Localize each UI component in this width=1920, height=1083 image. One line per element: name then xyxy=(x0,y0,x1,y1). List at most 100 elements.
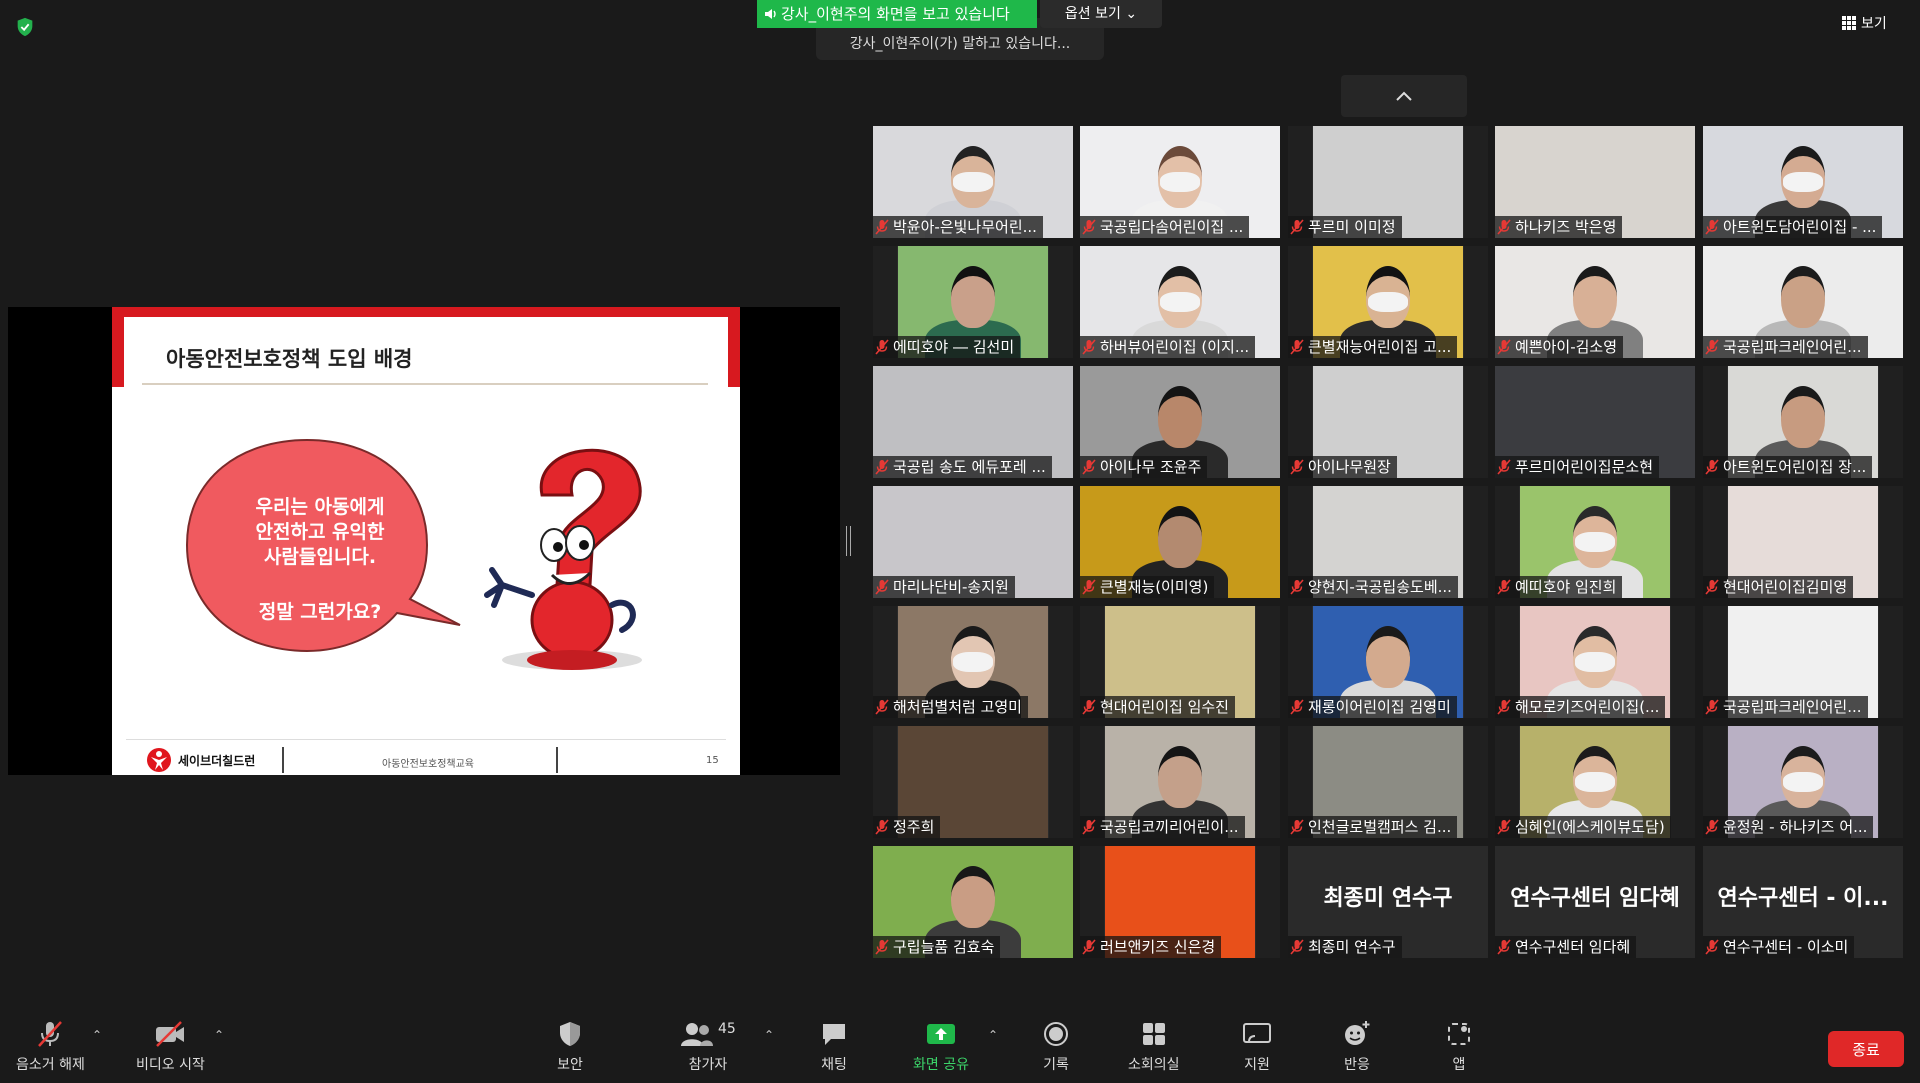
participant-tile[interactable]: 큰별재능어린이집 고... xyxy=(1288,246,1488,358)
participant-tile[interactable]: 박윤아-은빛나무어린... xyxy=(873,126,1073,238)
participant-tile[interactable]: 예쁜아이-김소영 xyxy=(1495,246,1695,358)
apps-button[interactable]: 앱 xyxy=(1445,1018,1473,1074)
participant-tile[interactable]: 국공립다솜어린이집 ... xyxy=(1080,126,1280,238)
participant-name-tag: 하나키즈 박은영 xyxy=(1495,216,1623,238)
muted-microphone-icon xyxy=(1082,219,1096,235)
participant-tile[interactable]: 푸르미 이미정 xyxy=(1288,126,1488,238)
participant-tile[interactable]: 양현지-국공립송도베... xyxy=(1288,486,1488,598)
participant-tile[interactable]: 심혜인(에스케이뷰도담) xyxy=(1495,726,1695,838)
participant-tile[interactable]: 아트윈도어린이집 장... xyxy=(1703,366,1903,478)
participant-name: 심혜인(에스케이뷰도담) xyxy=(1515,818,1665,836)
participant-name: 박윤아-은빛나무어린... xyxy=(893,218,1037,236)
participant-name-tag: 국공립 송도 에듀포레 ... xyxy=(873,456,1052,478)
participant-tile[interactable]: 해처럼별처럼 고영미 xyxy=(873,606,1073,718)
participant-name-tag: 아트윈도어린이집 장... xyxy=(1703,456,1873,478)
security-label: 보안 xyxy=(557,1057,583,1073)
muted-microphone-icon xyxy=(1497,219,1511,235)
participant-tile[interactable]: 큰별재능(이미영) xyxy=(1080,486,1280,598)
participant-tile[interactable]: 정주희 xyxy=(873,726,1073,838)
security-shield-icon[interactable] xyxy=(14,16,36,38)
breakout-rooms-icon xyxy=(1142,1023,1165,1045)
shared-screen: 아동안전보호정책 도입 배경 우리는 아동에게 안전하고 유익한 사람들입니다.… xyxy=(8,307,840,775)
emoji-reaction-icon xyxy=(1345,1021,1370,1045)
participants-options-caret[interactable]: ⌃ xyxy=(764,1028,774,1042)
participant-tile[interactable]: 아이나무 조윤주 xyxy=(1080,366,1280,478)
participant-tile[interactable]: 국공립코끼리어린이... xyxy=(1080,726,1280,838)
participant-name: 국공립다솜어린이집 ... xyxy=(1100,218,1244,236)
participant-name: 마리나단비-송지원 xyxy=(893,578,1009,596)
audio-options-caret[interactable]: ⌃ xyxy=(92,1028,102,1042)
participant-name-tag: 최종미 연수구 xyxy=(1288,936,1402,958)
participant-tile[interactable]: 현대어린이집 임수진 xyxy=(1080,606,1280,718)
start-video-button[interactable]: 비디오 시작 xyxy=(136,1018,205,1074)
gallery-view-button[interactable]: 보기 xyxy=(1842,10,1910,36)
participant-tile[interactable]: 연수구센터 임다혜 연수구센터 임다혜 xyxy=(1495,846,1695,958)
view-options-dropdown[interactable]: 옵션 보기 ⌄ xyxy=(1040,0,1162,28)
breakout-rooms-button[interactable]: 소회의실 xyxy=(1128,1018,1180,1074)
participant-name: 큰별재능어린이집 고... xyxy=(1308,338,1452,356)
support-screen-icon xyxy=(1243,1023,1271,1043)
participant-display-name: 연수구센터 - 이... xyxy=(1717,886,1889,911)
security-button[interactable]: 보안 xyxy=(557,1018,583,1074)
chat-button[interactable]: 채팅 xyxy=(820,1018,848,1074)
participant-tile[interactable]: 재롱이어린이집 김영미 xyxy=(1288,606,1488,718)
muted-microphone-icon xyxy=(1290,939,1304,955)
letterbox xyxy=(1464,486,1488,598)
participant-tile[interactable]: 아트윈도담어린이집 - ... xyxy=(1703,126,1903,238)
end-meeting-button[interactable]: 종료 xyxy=(1828,1031,1904,1067)
participant-tile[interactable]: 예띠호야 임진희 xyxy=(1495,486,1695,598)
participant-tile[interactable]: 인천글로벌캠퍼스 김... xyxy=(1288,726,1488,838)
participant-name-tag: 인천글로벌캠퍼스 김... xyxy=(1288,816,1458,838)
breakout-rooms-label: 소회의실 xyxy=(1128,1057,1180,1073)
participants-icon xyxy=(681,1023,713,1046)
participant-name-tag: 정주희 xyxy=(873,816,941,838)
participant-name-tag: 연수구센터 임다혜 xyxy=(1495,936,1637,958)
letterbox xyxy=(1464,366,1488,478)
unmute-button[interactable]: 음소거 해제 xyxy=(16,1018,85,1074)
split-view-resize-handle[interactable] xyxy=(846,526,851,556)
participant-tile[interactable]: 윤정원 - 하나키즈 어... xyxy=(1703,726,1903,838)
record-button[interactable]: 기록 xyxy=(1042,1018,1070,1074)
participant-name: 아이나무 조윤주 xyxy=(1100,458,1202,476)
participant-tile[interactable]: 하나키즈 박은영 xyxy=(1495,126,1695,238)
grid-icon xyxy=(1842,16,1856,30)
slide-footer-rule xyxy=(126,739,726,740)
muted-microphone-icon xyxy=(1290,459,1304,475)
participant-tile[interactable]: 현대어린이집김미영 xyxy=(1703,486,1903,598)
participant-tile[interactable]: 구립늘품 김효숙 xyxy=(873,846,1073,958)
participant-tile[interactable]: 마리나단비-송지원 xyxy=(873,486,1073,598)
participant-tile[interactable]: 아이나무원장 xyxy=(1288,366,1488,478)
participant-tile[interactable]: 국공립파크레인어린... xyxy=(1703,246,1903,358)
muted-microphone-icon xyxy=(875,459,889,475)
participant-name-tag: 에띠호야 ― 김선미 xyxy=(873,336,1021,358)
participants-button[interactable]: 45 참가자 xyxy=(680,1018,736,1074)
video-options-caret[interactable]: ⌃ xyxy=(214,1028,224,1042)
participant-tile[interactable]: 해모로키즈어린이집(... xyxy=(1495,606,1695,718)
muted-microphone-icon xyxy=(1290,819,1304,835)
participant-name-tag: 국공립코끼리어린이... xyxy=(1080,816,1245,838)
save-the-children-logo-icon xyxy=(147,748,171,772)
unmute-label: 음소거 해제 xyxy=(16,1057,85,1073)
participant-tile[interactable]: 국공립 송도 에듀포레 ... xyxy=(873,366,1073,478)
gallery-page-up-button[interactable] xyxy=(1341,75,1467,117)
share-options-caret[interactable]: ⌃ xyxy=(988,1028,998,1042)
reactions-button[interactable]: 반응 xyxy=(1342,1018,1372,1074)
participant-name: 푸르미어린이집문소현 xyxy=(1515,458,1654,476)
chat-bubble-icon xyxy=(823,1024,845,1045)
participant-tile[interactable]: 하버뷰어린이집 (이지... xyxy=(1080,246,1280,358)
participant-tile[interactable]: 러브앤키즈 신은경 xyxy=(1080,846,1280,958)
muted-microphone-icon xyxy=(875,339,889,355)
viewing-share-banner: 강사_이현주의 화면을 보고 있습니다 xyxy=(757,0,1037,28)
participant-name: 연수구센터 - 이소미 xyxy=(1723,938,1849,956)
participant-tile[interactable]: 푸르미어린이집문소현 xyxy=(1495,366,1695,478)
share-screen-button[interactable]: 화면 공유 xyxy=(913,1018,969,1074)
participant-tile[interactable]: 최종미 연수구 최종미 연수구 xyxy=(1288,846,1488,958)
muted-microphone-icon xyxy=(875,819,889,835)
participant-tile[interactable]: 국공립파크레인어린... xyxy=(1703,606,1903,718)
participant-tile[interactable]: 연수구센터 - 이... 연수구센터 - 이소미 xyxy=(1703,846,1903,958)
participant-name-tag: 국공립파크레인어린... xyxy=(1703,336,1868,358)
support-button[interactable]: 지원 xyxy=(1241,1018,1273,1074)
participant-name-tag: 예띠호야 임진희 xyxy=(1495,576,1623,598)
participant-tile[interactable]: 에띠호야 ― 김선미 xyxy=(873,246,1073,358)
participant-name-tag: 구립늘품 김효숙 xyxy=(873,936,1001,958)
